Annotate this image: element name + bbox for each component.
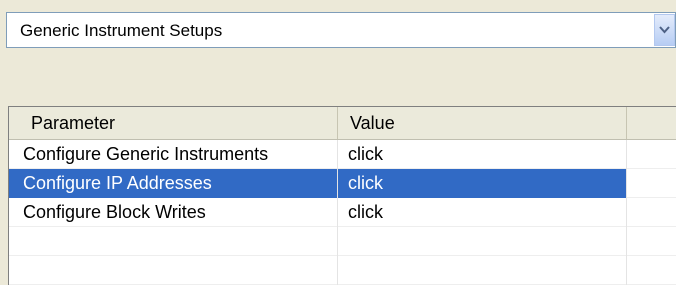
grid-header: Parameter Value [9, 107, 676, 140]
column-header-blank[interactable] [627, 107, 676, 139]
table-row[interactable] [9, 256, 676, 285]
blank-cell [627, 227, 676, 256]
parameter-cell: Configure Generic Instruments [9, 140, 338, 169]
column-header-value[interactable]: Value [338, 107, 627, 139]
blank-cell [627, 256, 676, 285]
chevron-down-icon [659, 26, 670, 34]
column-header-parameter[interactable]: Parameter [9, 107, 338, 139]
blank-cell [627, 169, 676, 198]
setup-type-dropdown[interactable]: Generic Instrument Setups [6, 12, 676, 48]
parameter-cell [9, 256, 338, 285]
value-cell[interactable]: click [338, 198, 627, 227]
parameter-cell [9, 227, 338, 256]
parameter-grid: Parameter Value Configure Generic Instru… [8, 106, 676, 285]
parameter-cell: Configure Block Writes [9, 198, 338, 227]
value-cell[interactable]: click [338, 140, 627, 169]
blank-cell [627, 198, 676, 227]
blank-cell [627, 140, 676, 169]
dropdown-selected-value: Generic Instrument Setups [20, 21, 223, 40]
value-cell[interactable]: click [338, 169, 627, 198]
value-cell[interactable] [338, 256, 627, 285]
table-row[interactable] [9, 227, 676, 256]
table-row[interactable]: Configure Block Writes click [9, 198, 676, 227]
parameter-cell: Configure IP Addresses [9, 169, 338, 198]
dropdown-toggle-button[interactable] [654, 14, 675, 46]
table-row[interactable]: Configure Generic Instruments click [9, 140, 676, 169]
value-cell[interactable] [338, 227, 627, 256]
table-row[interactable]: Configure IP Addresses click [9, 169, 676, 198]
